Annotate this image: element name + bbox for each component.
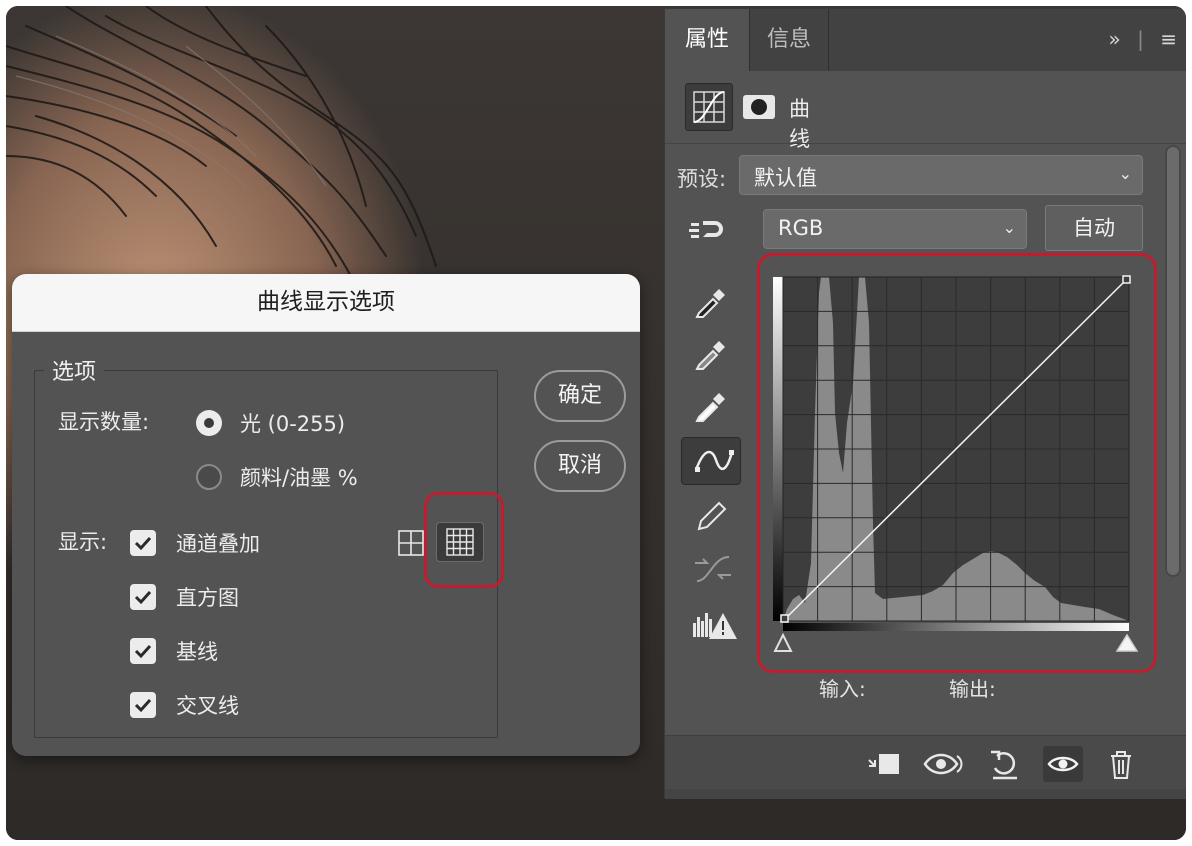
ok-button[interactable]: 确定 [534,370,626,422]
curve-graph[interactable] [763,263,1151,663]
radio-light-label[interactable]: 光 (0-255) [240,408,345,438]
panel-menu-icon[interactable]: ≡ [1160,27,1177,51]
white-point-handle [1122,275,1131,284]
properties-panel: 属性 信息 » | ≡ 曲线 预设: 默认值 ⌄ RGB ⌄ 自动 输入: 输出… [664,8,1186,799]
curves-display-options-dialog: 曲线显示选项 选项 显示数量: 光 (0-255) 颜料/油墨 % 显示: 通道… [12,274,640,756]
delete-icon[interactable] [1103,746,1143,782]
chevron-down-icon: ⌄ [1118,164,1132,183]
dialog-title: 曲线显示选项 [12,274,640,332]
checkbox-histogram[interactable] [130,584,156,610]
curves-adjustment-icon[interactable] [685,83,733,131]
black-input-slider [773,632,793,652]
gray-eyedropper-icon[interactable] [681,329,741,377]
adjustment-name: 曲线 [789,97,810,151]
show-label: 显示: [58,530,108,554]
pencil-icon[interactable] [681,493,741,541]
radio-ink-label[interactable]: 颜料/油墨 % [240,462,358,492]
panel-tab-bar: 属性 信息 » | ≡ [665,9,1186,71]
chevron-down-icon: ⌄ [1002,218,1016,237]
input-gradient-bar [783,623,1129,631]
clip-to-layer-icon[interactable] [863,746,903,782]
options-group-title: 选项 [44,354,105,386]
simple-grid-icon[interactable] [398,530,424,556]
layer-mask-icon[interactable] [743,95,775,119]
tab-properties[interactable]: 属性 [665,9,749,71]
reset-icon[interactable] [987,746,1027,782]
checkbox-histogram-label[interactable]: 直方图 [176,582,239,612]
hand-targeted-adjust-icon[interactable] [689,215,729,245]
preset-dropdown[interactable]: 默认值 ⌄ [739,155,1143,195]
tab-tools-divider: | [1137,27,1144,51]
checkbox-baseline-label[interactable]: 基线 [176,636,218,666]
panel-resize-grip[interactable] [665,789,1186,799]
auto-button[interactable]: 自动 [1045,205,1143,251]
channel-dropdown[interactable]: RGB ⌄ [763,209,1027,249]
radio-pigment-ink[interactable] [196,464,222,490]
collapse-panel-icon[interactable]: » [1109,27,1121,51]
grid-button-highlight [424,492,504,588]
tab-info[interactable]: 信息 [749,9,829,71]
output-gradient-bar [773,277,783,621]
divider [665,143,1186,144]
checkbox-intersection-line-label[interactable]: 交叉线 [176,690,239,720]
scrollbar-thumb[interactable] [1167,147,1179,575]
curve-point-icon[interactable] [681,437,741,485]
panel-tab-tools: » | ≡ [1099,27,1177,51]
panel-footer [665,735,1186,789]
preset-value: 默认值 [754,166,817,190]
cancel-button[interactable]: 取消 [534,440,626,492]
output-label: 输出: [949,677,996,701]
view-previous-icon[interactable] [923,746,963,782]
smooth-curve-icon[interactable] [681,545,741,593]
input-label: 输入: [819,677,866,701]
radio-light[interactable] [196,410,222,436]
black-eyedropper-icon[interactable] [681,277,741,325]
checkbox-channel-overlays-label[interactable]: 通道叠加 [176,528,260,558]
checkbox-channel-overlays[interactable] [130,530,156,556]
black-point-handle [780,614,789,623]
preset-label: 预设: [677,167,727,191]
visibility-icon[interactable] [1043,746,1083,782]
clipping-warning-icon[interactable] [681,603,741,651]
checkbox-intersection-line[interactable] [130,692,156,718]
panel-scrollbar[interactable] [1165,145,1181,577]
checkbox-baseline[interactable] [130,638,156,664]
screenshot-frame: 属性 信息 » | ≡ 曲线 预设: 默认值 ⌄ RGB ⌄ 自动 输入: 输出… [6,6,1186,840]
white-eyedropper-icon[interactable] [681,381,741,429]
show-amount-label: 显示数量: [58,410,150,434]
channel-value: RGB [778,216,824,240]
white-input-slider [1115,633,1139,652]
